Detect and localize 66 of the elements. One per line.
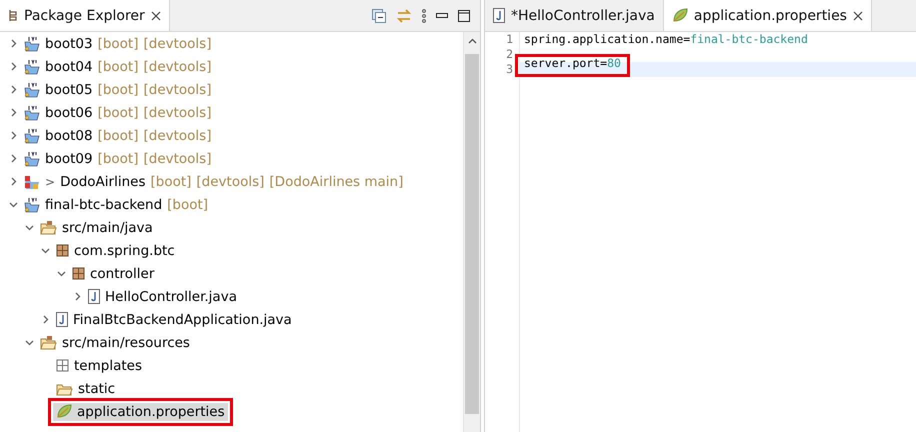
chevron-down-icon[interactable]	[9, 200, 18, 209]
tree-item[interactable]: boot04 [boot] [devtools]	[21, 58, 214, 76]
editor-tab[interactable]: application.properties	[664, 0, 872, 31]
close-icon[interactable]	[852, 10, 863, 20]
java-file-icon	[56, 312, 68, 327]
tree-item[interactable]: boot06 [boot] [devtools]	[21, 104, 214, 122]
tree-item[interactable]: FinalBtcBackendApplication.java	[53, 310, 295, 328]
leaf-icon	[56, 404, 72, 419]
package-icon	[56, 244, 69, 257]
project-icon	[24, 104, 40, 120]
chevron-down-icon[interactable]	[41, 246, 50, 255]
chevron-right-icon[interactable]	[9, 39, 18, 48]
scroll-up-icon[interactable]	[468, 38, 476, 44]
folder-icon	[56, 382, 73, 396]
close-icon[interactable]	[150, 10, 161, 20]
chevron-right-icon[interactable]	[9, 62, 18, 71]
line-number: 1	[505, 32, 514, 47]
view-tab[interactable]: Package Explorer	[0, 0, 170, 31]
chevron-right-icon[interactable]	[73, 292, 82, 301]
minimize-icon[interactable]	[436, 12, 448, 18]
project-icon	[24, 58, 40, 74]
chevron-right-icon[interactable]	[9, 154, 18, 163]
tree-item[interactable]: src/main/resources	[37, 334, 193, 352]
chevron-down-icon[interactable]	[25, 223, 34, 232]
package-explorer-icon	[8, 9, 18, 22]
folder-icon	[40, 220, 57, 234]
folder-icon	[40, 336, 57, 350]
tree-item[interactable]: templates	[53, 356, 145, 374]
chevron-down-icon[interactable]	[57, 269, 66, 278]
package-icon	[72, 267, 85, 280]
package-icon	[56, 359, 69, 372]
tree-item[interactable]: controller	[69, 264, 158, 282]
tree-item[interactable]: > DodoAirlines [boot] [devtools] [DodoAirlines main]	[21, 172, 406, 190]
tree-item[interactable]: boot08 [boot] [devtools]	[21, 126, 214, 144]
chevron-right-icon[interactable]	[9, 85, 18, 94]
project-icon	[24, 150, 40, 166]
tree-item[interactable]: boot09 [boot] [devtools]	[21, 150, 214, 168]
tree-item[interactable]: final-btc-backend [boot]	[21, 196, 212, 214]
project-icon	[24, 128, 40, 144]
chevron-right-icon[interactable]	[9, 177, 18, 186]
project-icon	[24, 82, 40, 98]
more-icon[interactable]	[422, 8, 426, 22]
project-icon	[24, 174, 40, 190]
chevron-right-icon[interactable]	[9, 131, 18, 140]
line-number: 2	[505, 47, 514, 62]
tree-item[interactable]: com.spring.btc	[53, 242, 178, 260]
project-icon	[24, 36, 40, 52]
tree-item[interactable]: application.properties	[53, 402, 228, 420]
tree-item[interactable]: static	[53, 380, 118, 398]
java-file-icon	[88, 289, 100, 304]
tree-item[interactable]: src/main/java	[37, 218, 156, 236]
chevron-right-icon[interactable]	[41, 315, 50, 324]
code-line: spring.application.name=final-btc-backend	[524, 32, 808, 47]
java-file-icon	[493, 8, 505, 23]
leaf-icon	[672, 8, 688, 23]
tree-item[interactable]: boot05 [boot] [devtools]	[21, 80, 214, 98]
chevron-right-icon[interactable]	[9, 108, 18, 117]
code-line: server.port=80	[524, 56, 621, 70]
project-icon	[24, 196, 40, 212]
line-number: 3	[505, 62, 514, 77]
maximize-icon[interactable]	[458, 10, 470, 22]
scrollbar[interactable]	[463, 32, 480, 432]
collapse-all-icon[interactable]	[372, 8, 386, 22]
chevron-down-icon[interactable]	[25, 338, 34, 347]
tree-item[interactable]: boot03 [boot] [devtools]	[21, 34, 214, 52]
tree-item[interactable]: HelloController.java	[85, 288, 240, 306]
